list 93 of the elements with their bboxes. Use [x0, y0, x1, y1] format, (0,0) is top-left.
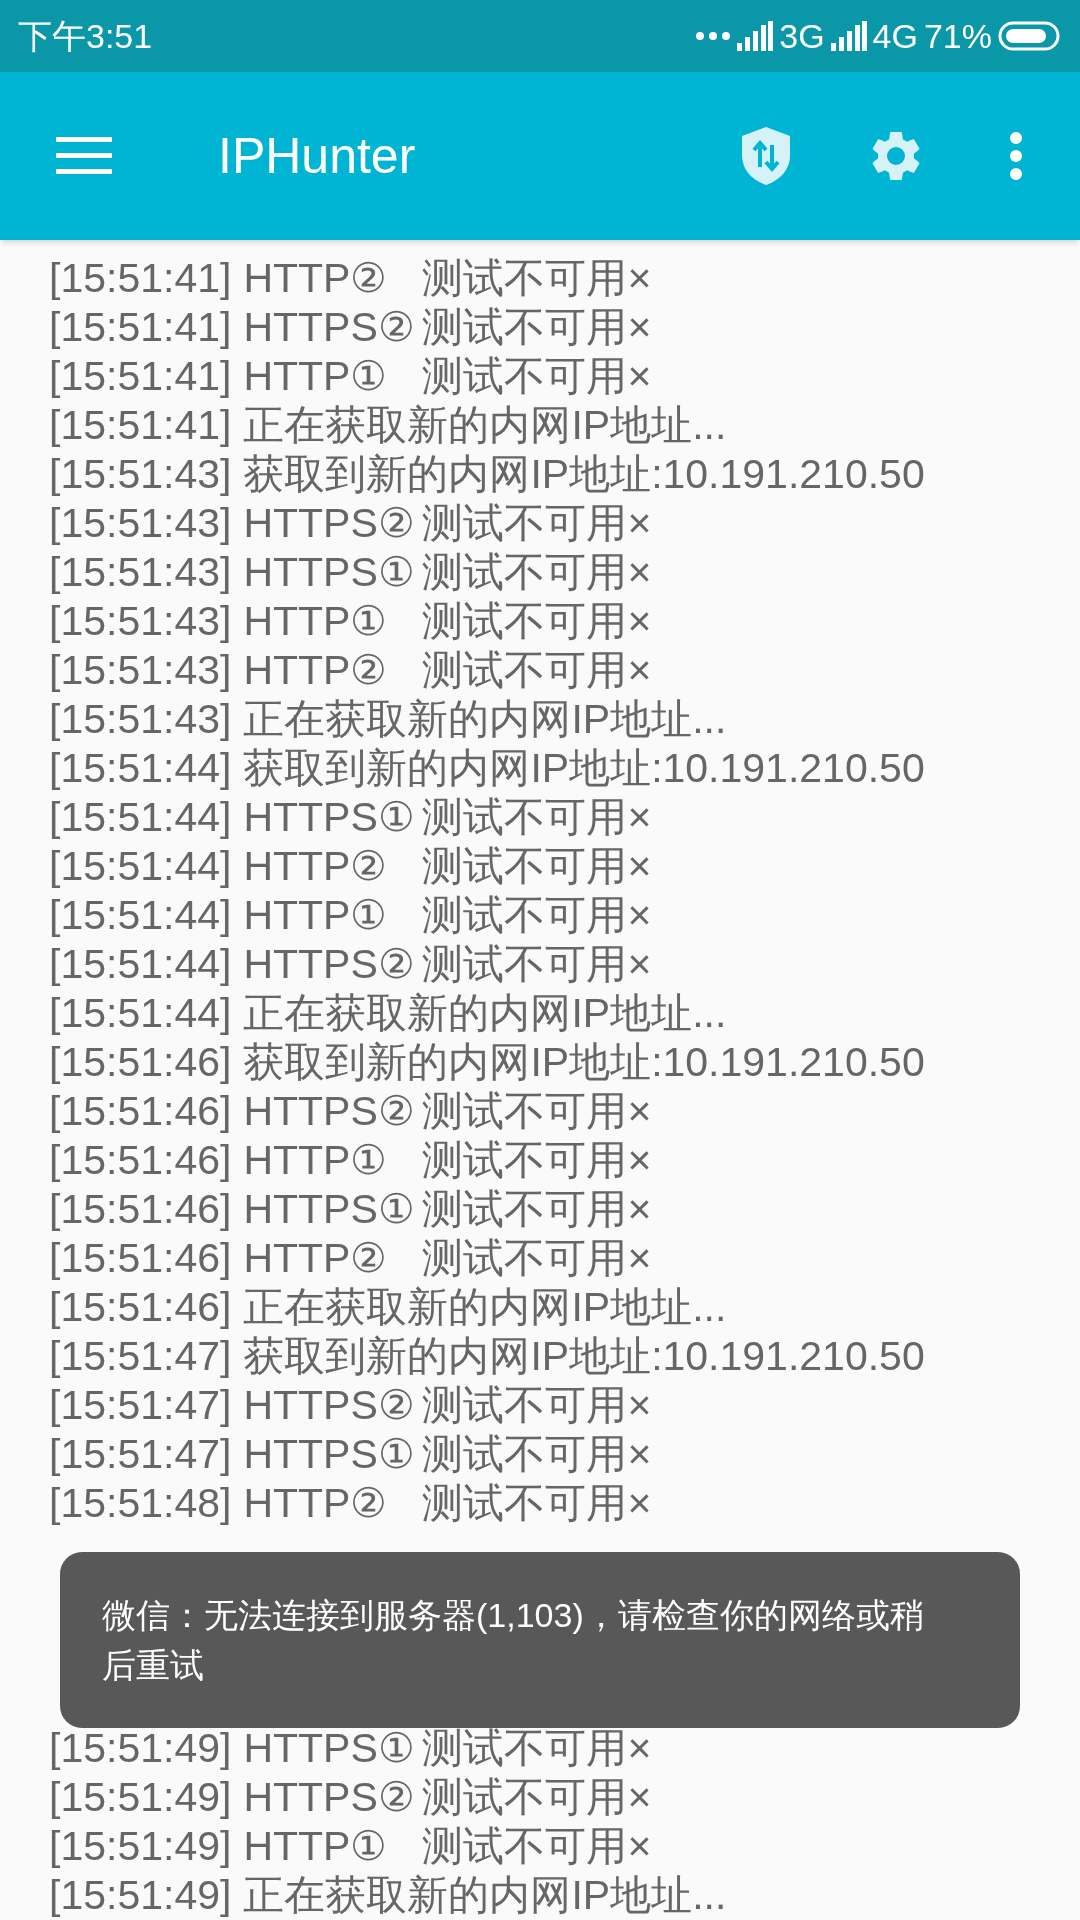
toast-message: 微信：无法连接到服务器(1,103)，请检查你的网络或稍后重试	[102, 1595, 925, 1686]
log-timestamp: [15:51:46]	[49, 1282, 232, 1332]
log-timestamp: [15:51:44]	[49, 743, 232, 793]
log-timestamp: [15:51:47]	[49, 1429, 232, 1479]
log-protocol: HTTP①	[243, 1135, 389, 1185]
log-timestamp: [15:51:47]	[49, 1331, 232, 1381]
log-timestamp: [15:51:44]	[49, 890, 232, 940]
log-protocol: HTTPS②	[243, 1086, 416, 1136]
battery-percentage: 71%	[923, 15, 992, 57]
log-result: 测试不可用×	[422, 890, 652, 940]
log-message: 正在获取新的内网IP地址...	[243, 1870, 727, 1920]
log-result: 测试不可用×	[422, 792, 652, 842]
log-timestamp: [15:51:43]	[49, 596, 232, 646]
menu-icon	[56, 137, 112, 175]
log-timestamp: [15:51:46]	[49, 1135, 232, 1185]
log-protocol: HTTP②	[243, 841, 389, 891]
signal-icon	[830, 21, 867, 51]
network-type: 4G	[872, 15, 918, 57]
log-protocol: HTTPS①	[243, 547, 416, 597]
log-timestamp: [15:51:48]	[49, 1478, 232, 1528]
log-protocol: HTTPS①	[243, 792, 416, 842]
log-result: 测试不可用×	[422, 1086, 652, 1136]
log-message: 获取到新的内网IP地址:10.191.210.50	[243, 1037, 925, 1087]
log-timestamp: [15:51:43]	[49, 547, 232, 597]
log-timestamp: [15:51:43]	[49, 645, 232, 695]
log-timestamp: [15:51:41]	[49, 302, 232, 352]
status-time: 下午3:51	[18, 15, 153, 57]
log-timestamp: [15:51:46]	[49, 1233, 232, 1283]
battery-icon	[998, 21, 1062, 51]
log-result: 测试不可用×	[422, 645, 652, 695]
more-icon	[695, 30, 732, 42]
log-result: 测试不可用×	[422, 1135, 652, 1185]
log-timestamp: [15:51:43]	[49, 694, 232, 744]
log-protocol: HTTP①	[243, 890, 389, 940]
log-protocol: HTTPS②	[243, 939, 416, 989]
log-message: 获取到新的内网IP地址:10.191.210.50	[243, 743, 925, 793]
overflow-menu-icon	[1009, 131, 1023, 181]
log-timestamp: [15:51:49]	[49, 1821, 232, 1871]
log-timestamp: [15:51:41]	[49, 253, 232, 303]
log-protocol: HTTP①	[243, 1821, 389, 1871]
log-timestamp: [15:51:49]	[49, 1772, 232, 1822]
log-timestamp: [15:51:49]	[49, 1723, 232, 1773]
log-protocol: HTTP①	[243, 351, 389, 401]
log-result: 测试不可用×	[422, 1723, 652, 1773]
log-result: 测试不可用×	[422, 1772, 652, 1822]
log-timestamp: [15:51:41]	[49, 351, 232, 401]
log-message: 正在获取新的内网IP地址...	[243, 1282, 727, 1332]
log-timestamp: [15:51:44]	[49, 841, 232, 891]
log-timestamp: [15:51:49]	[49, 1870, 232, 1920]
log-result: 测试不可用×	[422, 547, 652, 597]
log-timestamp: [15:51:46]	[49, 1086, 232, 1136]
log-message: 获取到新的内网IP地址:10.191.210.50	[243, 1331, 925, 1381]
log-protocol: HTTPS②	[243, 1380, 416, 1430]
log-result: 测试不可用×	[422, 939, 652, 989]
log-protocol: HTTPS①	[243, 1723, 416, 1773]
app-title: IPHunter	[218, 126, 416, 186]
log-timestamp: [15:51:46]	[49, 1184, 232, 1234]
log-message: 正在获取新的内网IP地址...	[243, 988, 727, 1038]
log-result: 测试不可用×	[422, 1380, 652, 1430]
log-protocol: HTTPS②	[243, 1772, 416, 1822]
log-result: 测试不可用×	[422, 498, 652, 548]
log-protocol: HTTP②	[243, 1233, 389, 1283]
log-result: 测试不可用×	[422, 1821, 652, 1871]
log-message: 正在获取新的内网IP地址...	[243, 400, 727, 450]
log-result: 测试不可用×	[422, 1429, 652, 1479]
log-result: 测试不可用×	[422, 1184, 652, 1234]
log-result: 测试不可用×	[422, 596, 652, 646]
log-protocol: HTTP②	[243, 253, 389, 303]
log-timestamp: [15:51:41]	[49, 400, 232, 450]
log-timestamp: [15:51:47]	[49, 1380, 232, 1430]
log-result: 测试不可用×	[422, 302, 652, 352]
log-result: 测试不可用×	[422, 841, 652, 891]
log-protocol: HTTP②	[243, 1478, 389, 1528]
log-timestamp: [15:51:44]	[49, 792, 232, 842]
network-type: 3G	[779, 15, 825, 57]
signal-icon	[737, 21, 774, 51]
log-protocol: HTTPS①	[243, 1184, 416, 1234]
log-message: 正在获取新的内网IP地址...	[243, 694, 727, 744]
log-timestamp: [15:51:43]	[49, 498, 232, 548]
log-message: 获取到新的内网IP地址:10.191.210.50	[243, 449, 925, 499]
log-timestamp: [15:51:43]	[49, 449, 232, 499]
log-protocol: HTTPS②	[243, 498, 416, 548]
log-protocol: HTTP②	[243, 645, 389, 695]
log-result: 测试不可用×	[422, 1478, 652, 1528]
log-result: 测试不可用×	[422, 253, 652, 303]
log-result: 测试不可用×	[422, 351, 652, 401]
log-timestamp: [15:51:46]	[49, 1037, 232, 1087]
log-result: 测试不可用×	[422, 1233, 652, 1283]
log-timestamp: [15:51:44]	[49, 988, 232, 1038]
log-timestamp: [15:51:44]	[49, 939, 232, 989]
log-protocol: HTTPS①	[243, 1429, 416, 1479]
log-protocol: HTTPS②	[243, 302, 416, 352]
log-protocol: HTTP①	[243, 596, 389, 646]
